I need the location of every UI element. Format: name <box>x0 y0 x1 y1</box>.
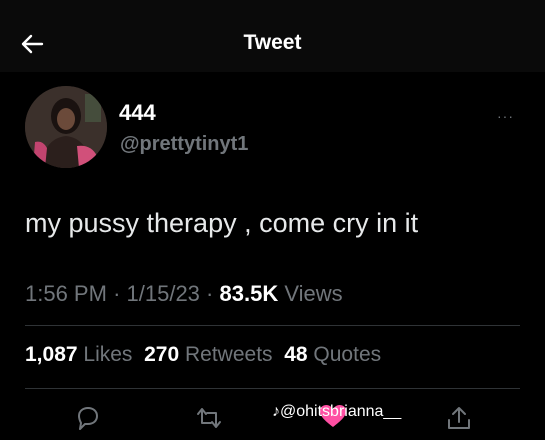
retweets-count: 270 <box>144 343 180 366</box>
divider <box>25 388 520 389</box>
likes-stat[interactable]: 1,087 Likes <box>25 343 132 366</box>
retweets-label: Retweets <box>185 343 273 366</box>
quotes-label: Quotes <box>313 343 382 366</box>
tweet-date[interactable]: 1/15/23 <box>127 281 200 306</box>
more-options-button[interactable]: ··· <box>497 108 514 124</box>
avatar-image <box>25 86 107 168</box>
tiktok-watermark: ♪@ohitsbrianna__ <box>272 403 402 420</box>
share-icon[interactable] <box>444 404 474 432</box>
divider <box>25 325 520 326</box>
reply-icon[interactable] <box>73 404 103 432</box>
tweet-time[interactable]: 1:56 PM <box>25 281 107 306</box>
tweet-meta: 1:56 PM · 1/15/23 · 83.5K Views <box>25 281 343 307</box>
page-title: Tweet <box>243 31 302 54</box>
avatar[interactable] <box>25 86 107 168</box>
quotes-stat[interactable]: 48 Quotes <box>284 343 381 366</box>
views-count: 83.5K <box>219 281 279 306</box>
top-bar: Tweet <box>0 0 545 72</box>
meta-separator: · <box>206 281 214 306</box>
views-label: Views <box>284 281 343 306</box>
more-horizontal-icon: ··· <box>497 108 514 124</box>
likes-count: 1,087 <box>25 343 78 366</box>
tweet-stats: 1,087 Likes 270 Retweets 48 Quotes <box>25 343 381 367</box>
meta-separator: · <box>113 281 121 306</box>
likes-label: Likes <box>83 343 133 366</box>
author-handle[interactable]: @prettytinyt1 <box>120 133 248 156</box>
retweet-icon[interactable] <box>194 404 224 432</box>
author-name[interactable]: 444 <box>119 100 156 126</box>
quotes-count: 48 <box>284 343 308 366</box>
retweets-stat[interactable]: 270 Retweets <box>144 343 272 366</box>
tweet-text: my pussy therapy , come cry in it <box>25 208 419 238</box>
